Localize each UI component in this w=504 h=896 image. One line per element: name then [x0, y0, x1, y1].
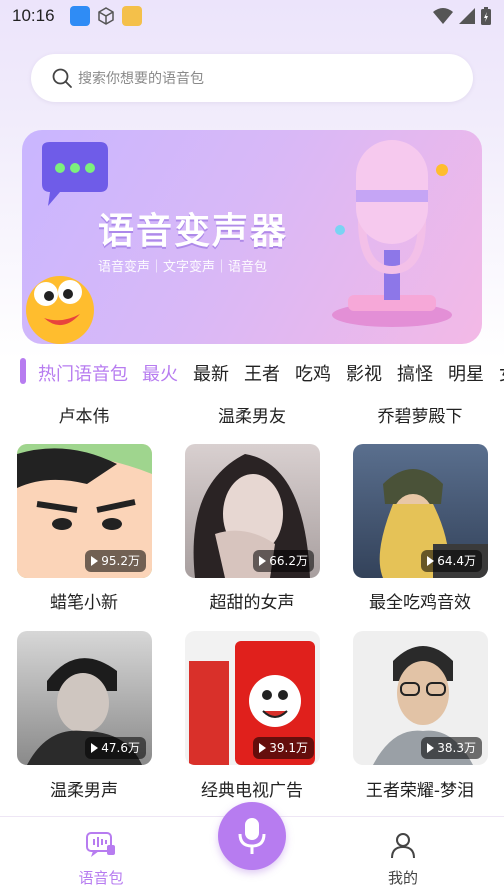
play-count: 64.4万 — [437, 554, 476, 568]
voice-pack-title[interactable]: 王者荣耀-梦泪 — [340, 776, 500, 801]
search-input[interactable]: 搜索你想要的语音包 — [31, 54, 473, 102]
nav-voice-pack[interactable]: 语音包 — [61, 831, 141, 888]
emoji-face-icon — [26, 276, 94, 344]
signal-icon — [459, 8, 475, 24]
microphone-icon — [238, 818, 266, 854]
status-time: 10:16 — [12, 6, 55, 25]
voice-pack-title[interactable]: 乔碧萝殿下 — [340, 402, 500, 427]
tab-film[interactable]: 影视 — [346, 360, 382, 386]
game-notification-icon — [122, 6, 142, 26]
play-count-badge: 66.2万 — [253, 550, 314, 572]
play-count-badge: 47.6万 — [85, 737, 146, 759]
status-bar: 10:16 — [0, 0, 504, 34]
wifi-icon — [433, 8, 453, 24]
play-count-badge: 39.1万 — [253, 737, 314, 759]
voice-pack-thumbnail[interactable]: 95.2万 — [17, 444, 152, 578]
tab-female[interactable]: 女 — [499, 360, 504, 386]
search-placeholder: 搜索你想要的语音包 — [78, 71, 204, 87]
promo-banner[interactable]: 语音变声器 语音变声｜文字变声｜语音包 — [22, 130, 482, 344]
play-count-badge: 95.2万 — [85, 550, 146, 572]
tab-pubg[interactable]: 吃鸡 — [295, 360, 331, 386]
play-count: 47.6万 — [101, 741, 140, 755]
battery-icon — [481, 7, 491, 25]
play-count: 66.2万 — [269, 554, 308, 568]
play-count: 38.3万 — [437, 741, 476, 755]
voice-pack-icon — [86, 832, 115, 857]
record-voice-button[interactable] — [218, 802, 286, 870]
play-icon — [91, 743, 99, 753]
voice-pack-title[interactable]: 最全吃鸡音效 — [340, 588, 500, 613]
play-icon — [259, 556, 267, 566]
voice-pack-title[interactable]: 超甜的女声 — [172, 588, 332, 613]
nav-voice-pack-label: 语音包 — [78, 869, 124, 887]
play-count-badge: 38.3万 — [421, 737, 482, 759]
voice-pack-title[interactable]: 温柔男友 — [172, 402, 332, 427]
search-icon — [52, 68, 72, 88]
voice-pack-thumbnail[interactable]: 38.3万 — [353, 631, 488, 765]
play-icon — [91, 556, 99, 566]
system-status-icons — [432, 6, 492, 26]
voice-pack-title[interactable]: 卢本伟 — [4, 402, 164, 427]
nav-mine-label: 我的 — [387, 869, 418, 887]
voice-pack-thumbnail[interactable]: 66.2万 — [185, 444, 320, 578]
nav-mine[interactable]: 我的 — [363, 831, 443, 888]
microphone-illustration — [332, 140, 452, 327]
notification-icons — [70, 6, 142, 26]
banner-subtitle: 语音变声｜文字变声｜语音包 — [98, 260, 268, 275]
app-notification-icon — [70, 6, 90, 26]
voice-pack-title[interactable]: 蜡笔小新 — [4, 588, 164, 613]
play-count: 39.1万 — [269, 741, 308, 755]
play-count-badge: 64.4万 — [421, 550, 482, 572]
play-icon — [259, 743, 267, 753]
play-icon — [427, 556, 435, 566]
tab-indicator — [20, 358, 26, 384]
category-tabs: 热门语音包 最火 最新 王者 吃鸡 影视 搞怪 明星 女 — [0, 356, 504, 388]
tab-celebrity[interactable]: 明星 — [448, 360, 484, 386]
tab-newest[interactable]: 最新 — [193, 360, 229, 386]
cube-icon — [96, 6, 116, 26]
voice-pack-title[interactable]: 温柔男声 — [4, 776, 164, 801]
banner-title: 语音变声器 — [98, 211, 289, 252]
play-count: 95.2万 — [101, 554, 140, 568]
play-icon — [427, 743, 435, 753]
tab-funny[interactable]: 搞怪 — [397, 360, 433, 386]
tab-hottest[interactable]: 最火 — [142, 360, 178, 386]
voice-pack-thumbnail[interactable]: 39.1万 — [185, 631, 320, 765]
tab-hot-voice-packs[interactable]: 热门语音包 — [38, 360, 128, 386]
tab-honor-of-kings[interactable]: 王者 — [244, 360, 280, 386]
profile-icon — [391, 833, 415, 859]
voice-pack-thumbnail[interactable]: 64.4万 — [353, 444, 488, 578]
voice-pack-thumbnail[interactable]: 47.6万 — [17, 631, 152, 765]
voice-pack-title[interactable]: 经典电视广告 — [172, 776, 332, 801]
